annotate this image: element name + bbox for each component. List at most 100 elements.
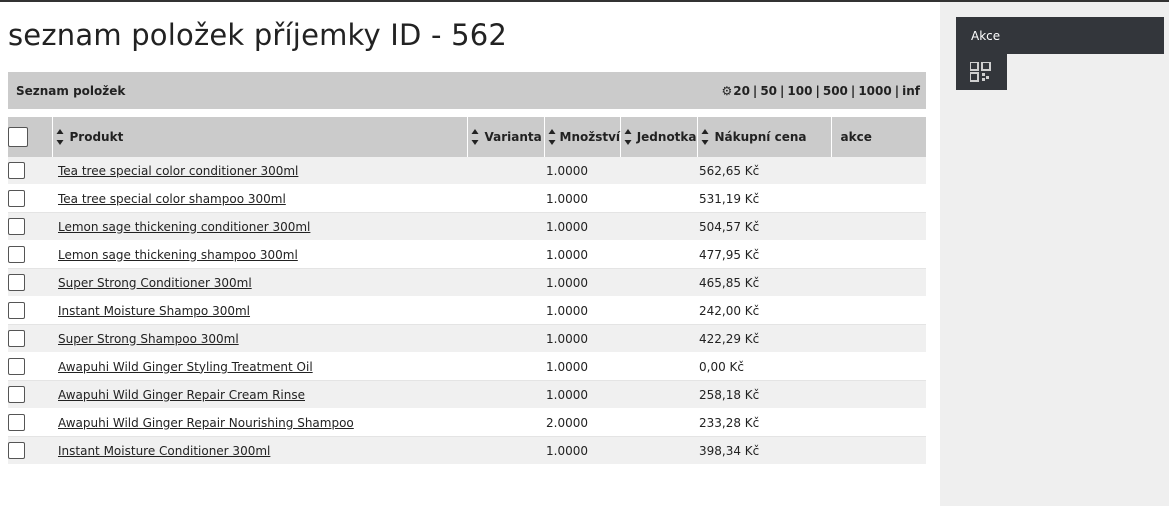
product-link[interactable]: Awapuhi Wild Ginger Styling Treatment Oi… xyxy=(58,360,313,374)
price-cell: 465,85 Kč xyxy=(697,268,831,297)
table-row: Super Strong Shampoo 300ml 1.0000 422,29 K… xyxy=(8,324,926,353)
quantity-cell: 1.0000 xyxy=(544,212,620,241)
row-checkbox[interactable] xyxy=(8,190,25,207)
page-size-100[interactable]: 100 xyxy=(787,84,812,98)
product-link[interactable]: Lemon sage thickening shampoo 300ml xyxy=(58,248,298,262)
quantity-cell: 1.0000 xyxy=(544,184,620,213)
row-checkbox[interactable] xyxy=(8,274,25,291)
page-size-500[interactable]: 500 xyxy=(823,84,848,98)
price-cell: 258,18 Kč xyxy=(697,380,831,409)
price-cell: 562,65 Kč xyxy=(697,157,831,185)
row-checkbox[interactable] xyxy=(8,386,25,403)
qr-code-icon xyxy=(970,62,991,82)
actions-header: Akce xyxy=(956,17,1164,54)
table-row: Lemon sage thickening shampoo 300ml 1.000… xyxy=(8,240,926,269)
price-cell: 242,00 Kč xyxy=(697,296,831,325)
row-select-cell xyxy=(8,436,52,465)
unit-cell xyxy=(620,436,697,465)
page-size-selector: ⚙20 | 50 | 100 | 500 | 1000 | inf xyxy=(721,84,920,98)
price-cell: 504,57 Kč xyxy=(697,212,831,241)
row-checkbox[interactable] xyxy=(8,442,25,459)
sort-icon[interactable] xyxy=(548,128,556,146)
product-link[interactable]: Instant Moisture Shampo 300ml xyxy=(58,304,250,318)
column-label-quantity: Množství xyxy=(559,130,621,144)
table-row: Tea tree special color conditioner 300ml… xyxy=(8,157,926,185)
row-checkbox[interactable] xyxy=(8,218,25,235)
select-all-checkbox[interactable] xyxy=(8,127,28,147)
actions-cell xyxy=(831,324,926,353)
column-header-quantity[interactable]: Množství xyxy=(544,117,621,157)
qr-code-button[interactable] xyxy=(956,54,1007,90)
row-select-cell xyxy=(8,268,52,297)
table-row: Super Strong Conditioner 300ml 1.0000 465,… xyxy=(8,268,926,297)
product-link[interactable]: Instant Moisture Conditioner 300ml xyxy=(58,444,270,458)
column-header-product[interactable]: Produkt xyxy=(52,117,468,157)
page-size-1000[interactable]: 1000 xyxy=(858,84,891,98)
row-checkbox[interactable] xyxy=(8,246,25,263)
product-cell: Awapuhi Wild Ginger Styling Treatment Oi… xyxy=(52,352,467,381)
actions-cell xyxy=(831,436,926,465)
page-title: seznam položek příjemky ID - 562 xyxy=(8,18,508,52)
sort-icon[interactable] xyxy=(624,128,633,146)
quantity-cell: 1.0000 xyxy=(544,380,620,409)
row-select-cell xyxy=(8,352,52,381)
row-select-cell xyxy=(8,157,52,185)
page-size-20[interactable]: 20 xyxy=(733,84,750,98)
page-size-inf[interactable]: inf xyxy=(902,84,920,98)
product-link[interactable]: Super Strong Shampoo 300ml xyxy=(58,332,239,346)
price-cell: 233,28 Kč xyxy=(697,408,831,437)
row-select-cell xyxy=(8,240,52,269)
row-checkbox[interactable] xyxy=(8,302,25,319)
product-link[interactable]: Tea tree special color shampoo 300ml xyxy=(58,192,286,206)
column-label-actions: akce xyxy=(840,130,872,144)
actions-cell xyxy=(831,352,926,381)
column-label-variant: Varianta xyxy=(484,130,542,144)
variant-cell xyxy=(467,380,544,409)
actions-cell xyxy=(831,184,926,213)
row-select-cell xyxy=(8,408,52,437)
table-header-row: Produkt Varianta Množství Jednotka Nákup… xyxy=(8,117,926,157)
product-cell: Super Strong Shampoo 300ml xyxy=(52,324,467,353)
row-checkbox[interactable] xyxy=(8,358,25,375)
variant-cell xyxy=(467,184,544,213)
variant-cell xyxy=(467,157,544,185)
price-cell: 477,95 Kč xyxy=(697,240,831,269)
select-all-cell xyxy=(8,117,53,157)
gear-icon[interactable]: ⚙ xyxy=(721,84,732,98)
actions-cell xyxy=(831,408,926,437)
row-checkbox[interactable] xyxy=(8,330,25,347)
product-link[interactable]: Awapuhi Wild Ginger Repair Cream Rinse xyxy=(58,388,305,402)
row-checkbox[interactable] xyxy=(8,414,25,431)
column-header-variant[interactable]: Varianta xyxy=(467,117,545,157)
product-link[interactable]: Lemon sage thickening conditioner 300ml xyxy=(58,220,310,234)
unit-cell xyxy=(620,380,697,409)
product-link[interactable]: Super Strong Conditioner 300ml xyxy=(58,276,252,290)
unit-cell xyxy=(620,268,697,297)
variant-cell xyxy=(467,212,544,241)
actions-cell xyxy=(831,296,926,325)
column-label-product: Produkt xyxy=(69,130,124,144)
column-header-unit[interactable]: Jednotka xyxy=(620,117,698,157)
unit-cell xyxy=(620,184,697,213)
product-link[interactable]: Awapuhi Wild Ginger Repair Nourishing Sh… xyxy=(58,416,354,430)
product-link[interactable]: Tea tree special color conditioner 300ml xyxy=(58,164,298,178)
row-select-cell xyxy=(8,324,52,353)
row-select-cell xyxy=(8,184,52,213)
unit-cell xyxy=(620,240,697,269)
actions-cell xyxy=(831,380,926,409)
price-cell: 0,00 Kč xyxy=(697,352,831,381)
product-cell: Instant Moisture Conditioner 300ml xyxy=(52,436,467,465)
sort-icon[interactable] xyxy=(56,128,66,146)
table-row: Lemon sage thickening conditioner 300ml 1… xyxy=(8,212,926,241)
product-cell: Lemon sage thickening shampoo 300ml xyxy=(52,240,467,269)
sort-icon[interactable] xyxy=(701,128,711,146)
variant-cell xyxy=(467,408,544,437)
row-checkbox[interactable] xyxy=(8,162,25,179)
page-size-50[interactable]: 50 xyxy=(760,84,777,98)
table-row: Tea tree special color shampoo 300ml 1.00… xyxy=(8,184,926,213)
column-header-price[interactable]: Nákupní cena xyxy=(697,117,832,157)
variant-cell xyxy=(467,436,544,465)
table-row: Instant Moisture Conditioner 300ml 1.0000… xyxy=(8,436,926,465)
quantity-cell: 1.0000 xyxy=(544,352,620,381)
sort-icon[interactable] xyxy=(471,128,481,146)
